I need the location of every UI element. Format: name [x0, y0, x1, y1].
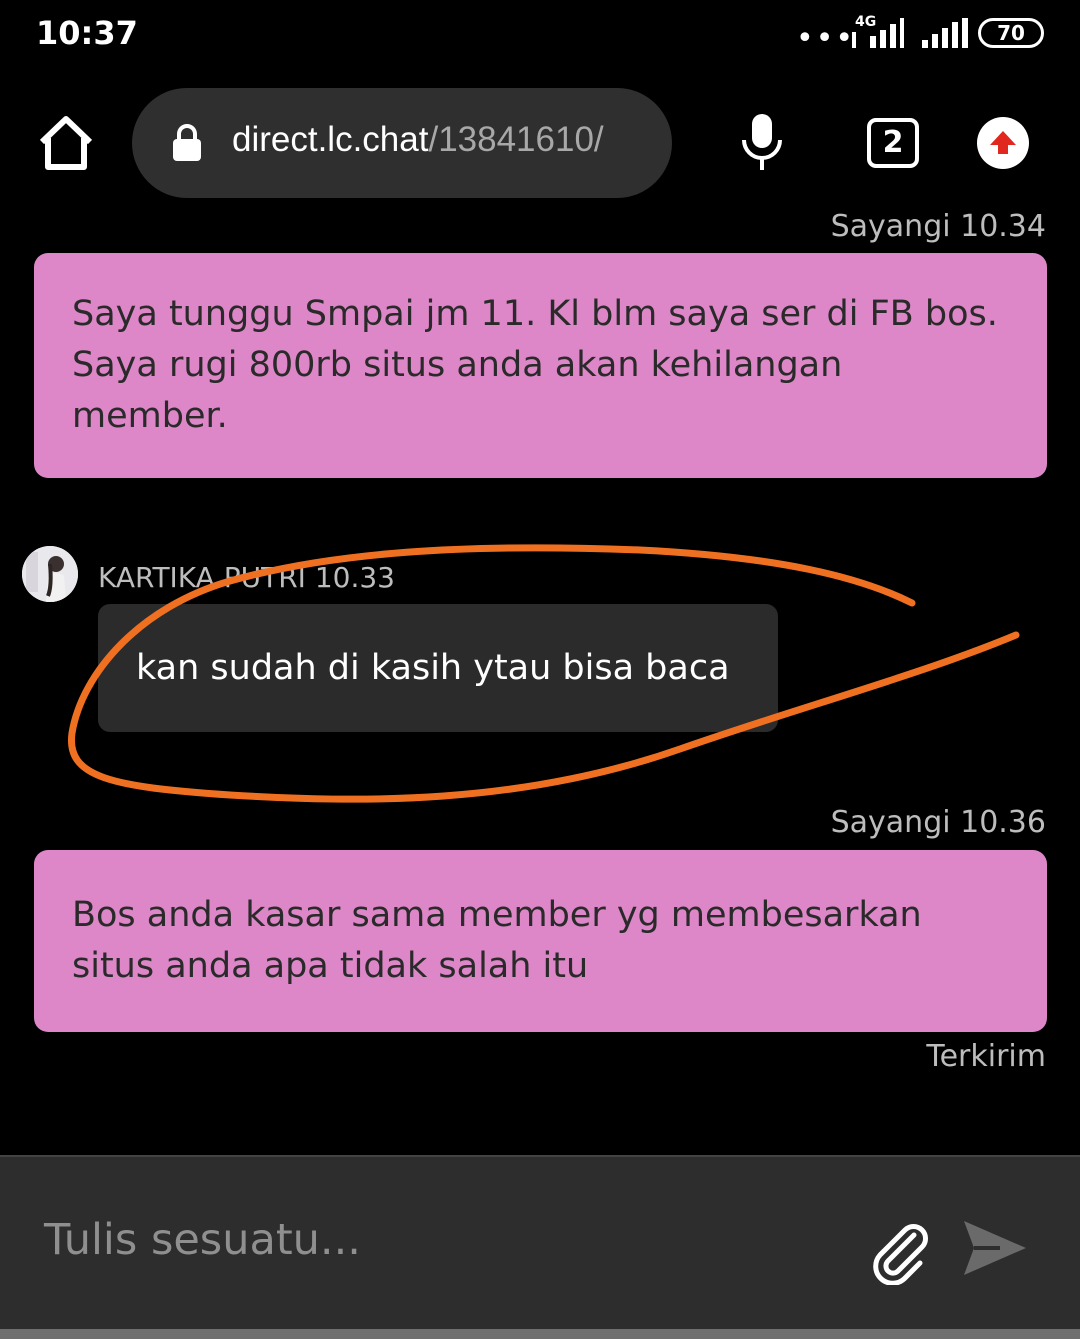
address-bar[interactable]: direct.lc.chat/13841610/: [132, 88, 672, 198]
incoming-message: kan sudah di kasih ytau bisa baca: [98, 604, 778, 732]
message-meta: Sayangi 10.36: [830, 805, 1046, 840]
signal-strength-icon: [922, 18, 968, 48]
lock-icon: [173, 124, 201, 161]
send-button[interactable]: [960, 1217, 1030, 1279]
url-domain: direct.lc.chat: [232, 120, 429, 159]
update-button[interactable]: [977, 117, 1029, 169]
notification-dots: •••: [796, 21, 856, 56]
outgoing-message: Bos anda kasar sama member yg membesarka…: [34, 850, 1047, 1032]
send-icon: [964, 1221, 1026, 1275]
paperclip-icon: [873, 1224, 928, 1286]
message-meta: Sayangi 10.34: [830, 209, 1046, 244]
attach-button[interactable]: [868, 1219, 934, 1286]
message-composer: Tulis sesuatu...: [0, 1155, 1080, 1329]
message-input[interactable]: Tulis sesuatu...: [44, 1215, 361, 1265]
microphone-icon: [742, 114, 782, 170]
update-arrow-icon: [990, 131, 1016, 154]
url-path: /13841610/: [428, 120, 604, 159]
battery-indicator: 70: [978, 18, 1044, 48]
status-time: 10:37: [36, 14, 138, 52]
status-bar: 10:37 ••• 4G 70: [0, 0, 1080, 70]
tabs-button[interactable]: 2: [867, 118, 919, 168]
agent-avatar: [22, 546, 78, 602]
agent-name: KARTIKA PUTRI 10.33: [98, 561, 395, 594]
outgoing-message: Saya tunggu Smpai jm 11. Kl blm saya ser…: [34, 253, 1047, 478]
url-text: direct.lc.chat/13841610/: [232, 120, 604, 160]
voice-search-button[interactable]: [740, 112, 784, 172]
chat-transcript[interactable]: Sayangi 10.34 Saya tunggu Smpai jm 11. K…: [0, 205, 1080, 1155]
delivery-status: Terkirim: [926, 1039, 1046, 1074]
home-icon: [39, 116, 93, 170]
bottom-strip: [0, 1329, 1080, 1339]
signal-strength-icon: [852, 18, 904, 48]
home-button[interactable]: [38, 114, 94, 172]
